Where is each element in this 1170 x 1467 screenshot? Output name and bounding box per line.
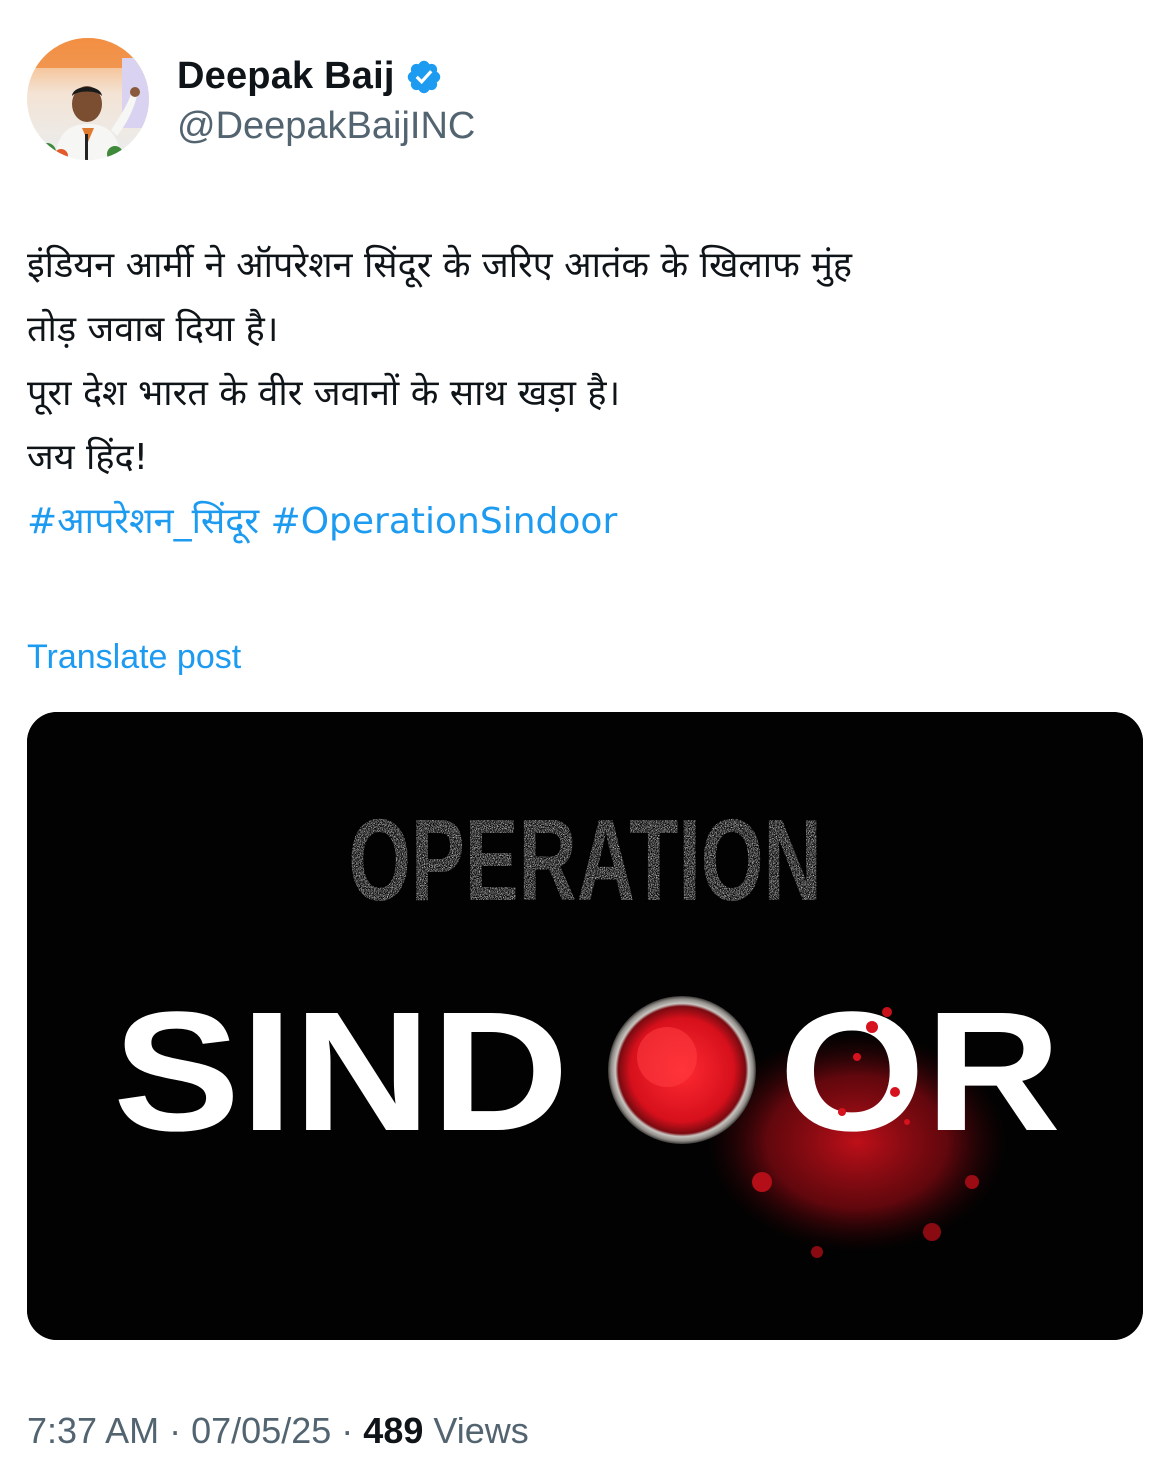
- tweet-time[interactable]: 7:37 AM: [27, 1410, 159, 1451]
- verified-badge-icon[interactable]: [405, 58, 443, 96]
- tweet-line: तोड़ जवाब दिया है।: [27, 309, 279, 350]
- tweet-meta: 7:37 AM · 07/05/25 · 489 Views: [27, 1410, 529, 1452]
- tweet-header: Deepak Baij @DeepakBaijINC: [27, 38, 475, 160]
- translate-post-link[interactable]: Translate post: [27, 638, 241, 677]
- operation-sindoor-poster: OPERATION SIND OR: [27, 712, 1143, 1340]
- name-row: Deepak Baij: [177, 51, 475, 103]
- poster-title-or: OR: [779, 977, 1061, 1167]
- avatar[interactable]: [27, 38, 149, 160]
- tweet-date[interactable]: 07/05/25: [191, 1410, 331, 1451]
- views-label: Views: [433, 1410, 529, 1451]
- poster-title-top: OPERATION: [348, 795, 822, 925]
- display-name[interactable]: Deepak Baij: [177, 55, 395, 98]
- tweet-line: इंडियन आर्मी ने ऑपरेशन सिंदूर के जरिए आत…: [27, 245, 852, 286]
- tweet-line: पूरा देश भारत के वीर जवानों के साथ खड़ा …: [27, 373, 621, 414]
- author-names: Deepak Baij @DeepakBaijINC: [177, 51, 475, 148]
- author-handle[interactable]: @DeepakBaijINC: [177, 105, 475, 148]
- poster-title-sind: SIND: [113, 977, 569, 1167]
- separator: ·: [341, 1410, 354, 1451]
- views-count: 489: [363, 1410, 424, 1451]
- separator: ·: [169, 1410, 182, 1451]
- avatar-image: [27, 38, 149, 160]
- tweet-media-image[interactable]: OPERATION SIND OR: [27, 712, 1143, 1340]
- tweet-text: इंडियन आर्मी ने ऑपरेशन सिंदूर के जरिए आत…: [27, 234, 1137, 554]
- hashtags: #आपरेशन_सिंदूर #OperationSindoor: [27, 490, 1137, 554]
- hashtag-link[interactable]: #OperationSindoor: [271, 501, 618, 542]
- tweet-line: जय हिंद!: [27, 437, 149, 478]
- hashtag-link[interactable]: #आपरेशन_सिंदूर: [27, 501, 259, 542]
